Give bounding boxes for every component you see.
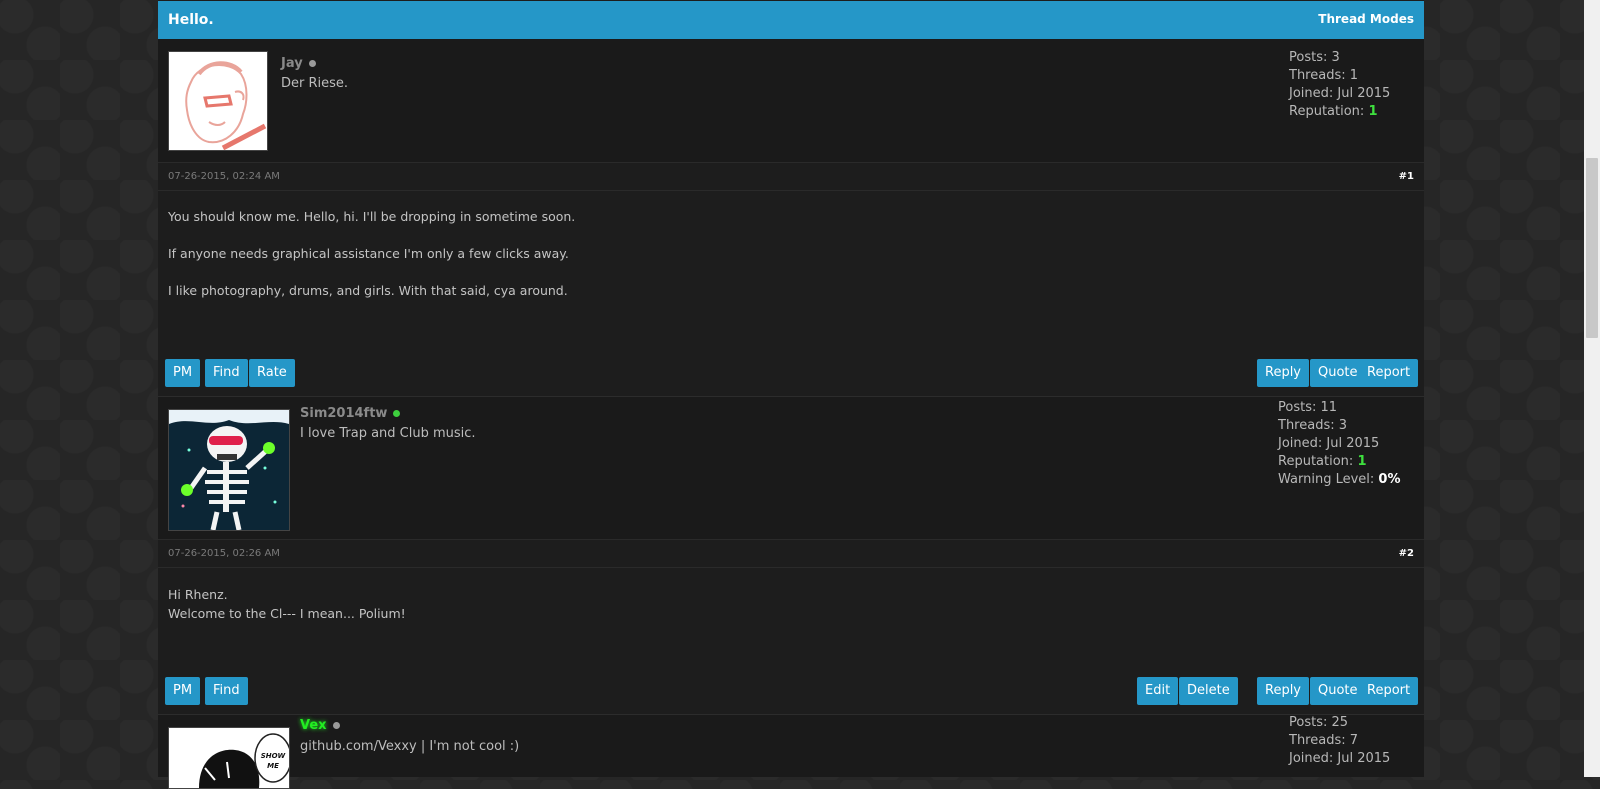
stat-reputation: Reputation: 1 [1278,454,1367,469]
stat-reputation: Reputation: 1 [1289,104,1378,119]
post-date: 07-26-2015, 02:26 AM [168,548,280,559]
user-title: Der Riese. [281,76,349,91]
user-title: github.com/Vexxy | I'm not cool :) [300,739,520,754]
report-button[interactable]: Report [1359,677,1419,705]
offline-status-icon [332,722,340,729]
user-stats: Posts: 3 Threads: 1 Joined: Jul 2015 Rep… [1289,49,1390,121]
username-link[interactable]: Jay [281,56,316,71]
reply-button[interactable]: Reply [1257,677,1310,705]
stat-threads: Threads: 1 [1289,68,1359,83]
report-button[interactable]: Report [1359,359,1419,387]
post-meta: 07-26-2015, 02:24 AM #1 [158,162,1424,191]
post-paragraph: You should know me. Hello, hi. I'll be d… [168,209,576,224]
stat-threads: Threads: 3 [1278,418,1348,433]
quote-button[interactable]: Quote [1310,359,1366,387]
avatar[interactable] [168,409,290,531]
warning-level-link[interactable]: 0% [1378,472,1400,487]
stat-joined: Joined: Jul 2015 [1289,751,1391,766]
post-author-panel: Sim2014ftw I love Trap and Club music. P… [158,397,1424,540]
username-link[interactable]: Vex [300,718,340,733]
avatar[interactable]: SHOW ME [168,727,290,789]
stat-threads: Threads: 7 [1289,733,1359,748]
post-line: Hi Rhenz. [168,587,228,602]
pm-button[interactable]: PM [165,359,201,387]
svg-text:ME: ME [267,762,279,770]
pm-button[interactable]: PM [165,677,201,705]
reply-button[interactable]: Reply [1257,359,1310,387]
post-number-link[interactable]: #2 [1399,548,1414,559]
stat-posts: Posts: 11 [1278,400,1338,415]
post-author-panel: Jay Der Riese. Posts: 3 Threads: 1 Joine… [158,39,1424,163]
vertical-scrollbar[interactable] [1584,0,1600,777]
reputation-link[interactable]: 1 [1368,104,1377,119]
rate-button[interactable]: Rate [249,359,295,387]
stat-posts: Posts: 25 [1289,715,1349,730]
thread-modes-link[interactable]: Thread Modes [1318,12,1414,26]
post-author-panel: SHOW ME Vex github.com/Vexxy | I'm not c… [158,714,1424,789]
user-stats: Posts: 11 Threads: 3 Joined: Jul 2015 Re… [1278,399,1401,489]
username-link[interactable]: Sim2014ftw [300,406,401,421]
user-stats: Posts: 25 Threads: 7 Joined: Jul 2015 [1289,714,1390,768]
quote-button[interactable]: Quote [1310,677,1366,705]
stat-joined: Joined: Jul 2015 [1289,86,1391,101]
stat-joined: Joined: Jul 2015 [1278,436,1380,451]
stat-posts: Posts: 3 [1289,50,1340,65]
post-number-link[interactable]: #1 [1399,171,1414,182]
post-line: Welcome to the Cl--- I mean... Polium! [168,606,406,621]
post-body: You should know me. Hello, hi. I'll be d… [168,207,575,318]
offline-status-icon [308,60,316,67]
avatar[interactable] [168,51,268,151]
delete-button[interactable]: Delete [1179,677,1238,705]
thread-title: Hello. [168,12,214,28]
post-date: 07-26-2015, 02:24 AM [168,171,280,182]
scrollbar-thumb[interactable] [1586,158,1598,338]
find-button[interactable]: Find [205,677,248,705]
thread-header: Hello. Thread Modes [158,1,1424,39]
edit-button[interactable]: Edit [1137,677,1179,705]
online-status-icon [393,410,401,417]
stat-warning-level: Warning Level: 0% [1278,472,1401,487]
post-body: Hi Rhenz. Welcome to the Cl--- I mean...… [168,585,406,623]
thread-container: Hello. Thread Modes Jay Der Riese. Posts… [158,0,1424,789]
post-meta: 07-26-2015, 02:26 AM #2 [158,539,1424,568]
reputation-link[interactable]: 1 [1357,454,1366,469]
post-paragraph: I like photography, drums, and girls. Wi… [168,283,568,298]
svg-text:SHOW: SHOW [261,752,286,760]
find-button[interactable]: Find [205,359,248,387]
user-title: I love Trap and Club music. [300,426,476,441]
post-paragraph: If anyone needs graphical assistance I'm… [168,246,569,261]
